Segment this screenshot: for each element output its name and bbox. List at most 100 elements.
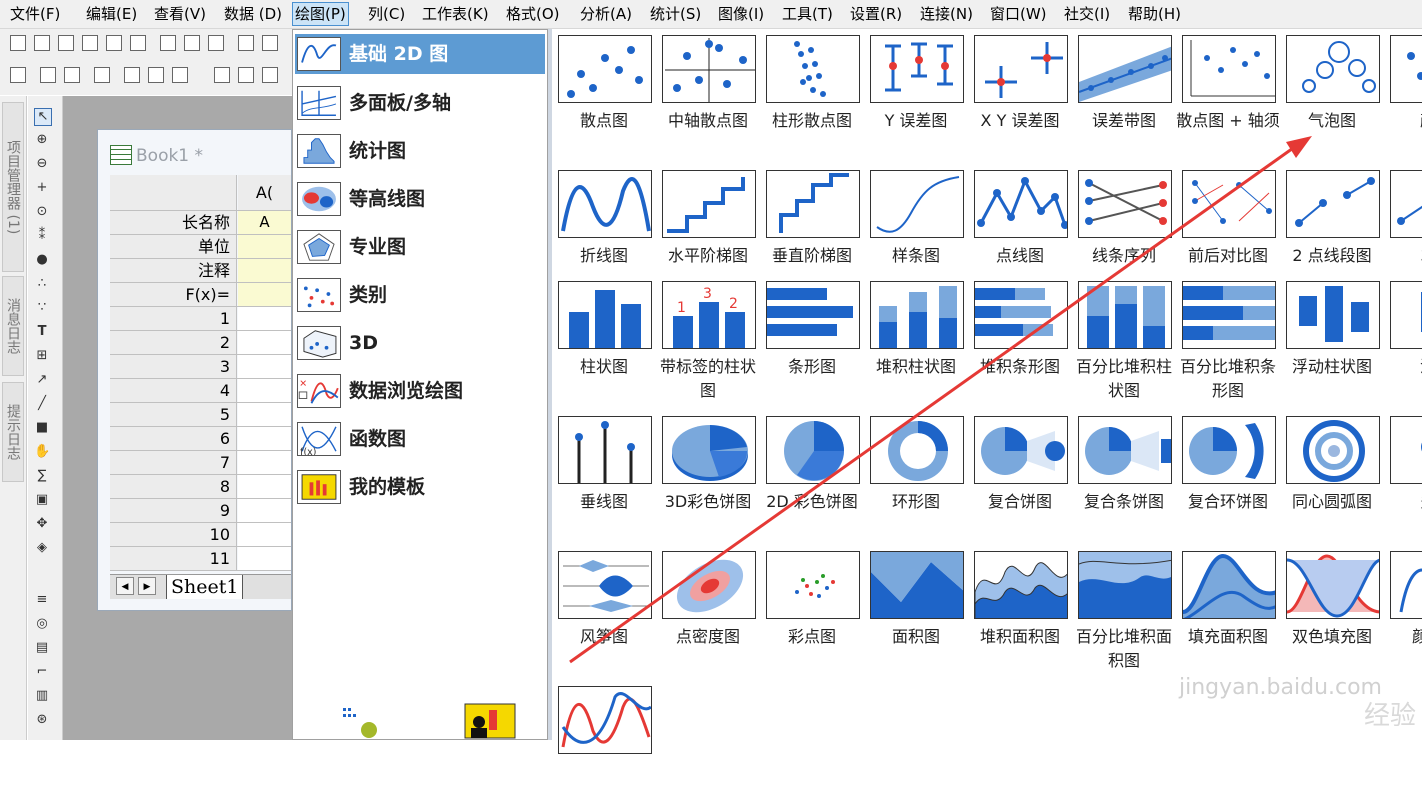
pointer-icon[interactable]: ↖ (34, 108, 52, 126)
rectangle-tool-icon[interactable]: ■ (34, 420, 50, 436)
plot-type-tile[interactable]: 浮动 (1384, 275, 1422, 405)
cell[interactable] (238, 379, 291, 402)
plot-category-5[interactable]: 类别 (295, 275, 545, 315)
cell[interactable] (238, 283, 291, 306)
menu-4[interactable]: 绘图(P) (292, 2, 349, 26)
new-layout-icon[interactable] (130, 35, 146, 51)
smart-hint-log-tab[interactable]: 提示日志 (2, 382, 24, 482)
record-icon[interactable]: ⊛ (34, 712, 50, 728)
mask-icon[interactable]: ● (34, 252, 50, 268)
menu-1[interactable]: 编辑(E) (84, 4, 139, 24)
row-header[interactable]: 4 (110, 379, 237, 402)
zoom-out-icon[interactable]: ⊖ (34, 156, 50, 172)
plot-type-tile[interactable]: 环形图 (864, 410, 968, 540)
cell[interactable] (238, 523, 291, 546)
book-window[interactable]: Book1 * A( 长名称 A 单位 注释 F(x)= 1 2 3 4 5 6 7 8 9 10 11 ◀ … (97, 129, 292, 611)
new-notes-icon[interactable] (160, 35, 176, 51)
line-tool-icon[interactable]: ╱ (34, 396, 50, 412)
menu-7[interactable]: 格式(O) (504, 4, 562, 24)
corner-cell[interactable] (110, 175, 237, 210)
stats-icon[interactable] (40, 67, 56, 83)
plot-type-tile[interactable]: 填充面积图 (1176, 545, 1280, 675)
screen-reader-icon[interactable]: ⊙ (34, 204, 50, 220)
next-sheet-button[interactable]: ▶ (138, 577, 156, 595)
save-icon[interactable] (262, 35, 278, 51)
plot-type-tile[interactable]: 浮动柱状图 (1280, 275, 1384, 405)
zoom-in-icon[interactable]: ⊕ (34, 132, 50, 148)
cell[interactable] (238, 235, 291, 258)
plot-type-tile[interactable]: 堆积条形图 (968, 275, 1072, 405)
column-tool-icon[interactable]: ▥ (34, 688, 50, 704)
plot-category-6[interactable]: 3D (295, 323, 545, 363)
plot-category-8[interactable]: f(x) 函数图 (295, 419, 545, 459)
plot-type-tile[interactable]: 散点图 + 轴须 (1176, 29, 1280, 159)
messages-log-tab[interactable]: 消息日志 (2, 276, 24, 376)
cell[interactable] (238, 331, 291, 354)
row-header[interactable]: 5 (110, 403, 237, 426)
plot-type-tile[interactable]: 堆积面积图 (968, 545, 1072, 675)
project-explorer-tab[interactable]: 项目管理器 (1) (2, 102, 24, 272)
formula-icon[interactable]: ∑ (34, 468, 50, 484)
plot-category-1[interactable]: 多面板/多轴 (295, 83, 545, 123)
plot-type-tile[interactable]: 同心圆弧图 (1280, 410, 1384, 540)
color-icon[interactable] (148, 67, 164, 83)
cell[interactable] (238, 355, 291, 378)
row-header[interactable]: 单位 (110, 235, 237, 258)
plot-type-tile[interactable]: 百分比堆积柱状图 (1072, 275, 1176, 405)
row-header[interactable]: 9 (110, 499, 237, 522)
data-reader-icon[interactable]: ⁑ (34, 228, 50, 244)
range-tool-icon[interactable]: ⌐ (34, 664, 50, 680)
menu-14[interactable]: 窗口(W) (988, 4, 1049, 24)
sheet-tool-icon[interactable]: ▤ (34, 640, 50, 656)
draw-data-icon[interactable]: ∴ (34, 276, 50, 292)
template-tools-icon[interactable] (339, 700, 519, 740)
duplicate-icon[interactable] (94, 67, 110, 83)
plot-category-7[interactable]: ✕ 数据浏览绘图 (295, 371, 545, 411)
plot-type-tile[interactable]: 气泡图 (1280, 29, 1384, 159)
menu-8[interactable]: 分析(A) (578, 4, 634, 24)
text-tool-icon[interactable]: T (34, 324, 50, 340)
cell[interactable] (238, 403, 291, 426)
column-header-a[interactable]: A( (238, 175, 291, 210)
plot-type-tile[interactable]: 面积图 (864, 545, 968, 675)
plot-type-tile[interactable]: 3D彩色饼图 (656, 410, 760, 540)
cell[interactable] (238, 259, 291, 282)
menu-5[interactable]: 列(C) (366, 4, 407, 24)
new-matrix-icon[interactable] (58, 35, 74, 51)
row-header[interactable]: 注释 (110, 259, 237, 282)
plot-category-2[interactable]: 统计图 (295, 131, 545, 171)
menu-13[interactable]: 连接(N) (918, 4, 975, 24)
export-icon[interactable] (208, 35, 224, 51)
sheet-tab[interactable]: Sheet1 (166, 575, 244, 599)
plot-type-tile[interactable]: 复合条饼图 (1072, 410, 1176, 540)
menu-10[interactable]: 图像(I) (716, 4, 766, 24)
row-header[interactable]: 7 (110, 451, 237, 474)
new-project-icon[interactable] (10, 35, 26, 51)
row-header[interactable]: F(x)= (110, 283, 237, 306)
new-book-icon[interactable] (34, 35, 50, 51)
plot-category-3[interactable]: 等高线图 (295, 179, 545, 219)
plot-type-tile[interactable]: 2D 彩色饼图 (760, 410, 864, 540)
crosshair-icon[interactable]: + (34, 180, 50, 196)
plot-type-tile[interactable]: 颜色 (1384, 29, 1422, 159)
plot-category-9[interactable]: 我的模板 (295, 467, 545, 507)
plot-type-tile[interactable]: X Y 误差图 (968, 29, 1072, 159)
plot-type-tile[interactable]: 点密度图 (656, 545, 760, 675)
prev-sheet-button[interactable]: ◀ (116, 577, 134, 595)
hand-icon[interactable]: ✋ (34, 444, 50, 460)
plot-type-tile[interactable]: 误差带图 (1072, 29, 1176, 159)
row-header[interactable]: 8 (110, 475, 237, 498)
menu-11[interactable]: 工具(T) (780, 4, 835, 24)
cell[interactable]: A (238, 211, 291, 234)
plot-type-tile[interactable]: 复合环饼图 (1176, 410, 1280, 540)
menu-12[interactable]: 设置(R) (848, 4, 904, 24)
row-header[interactable]: 2 (110, 331, 237, 354)
row-header[interactable]: 3 (110, 355, 237, 378)
row-header[interactable]: 1 (110, 307, 237, 330)
move-icon[interactable]: ✥ (34, 516, 50, 532)
copy-icon[interactable] (238, 67, 254, 83)
menu-2[interactable]: 查看(V) (152, 4, 208, 24)
plot-category-0[interactable]: 基础 2D 图 (295, 34, 545, 74)
import-icon[interactable] (184, 35, 200, 51)
plot-type-tile[interactable]: 多半 (1384, 410, 1422, 540)
